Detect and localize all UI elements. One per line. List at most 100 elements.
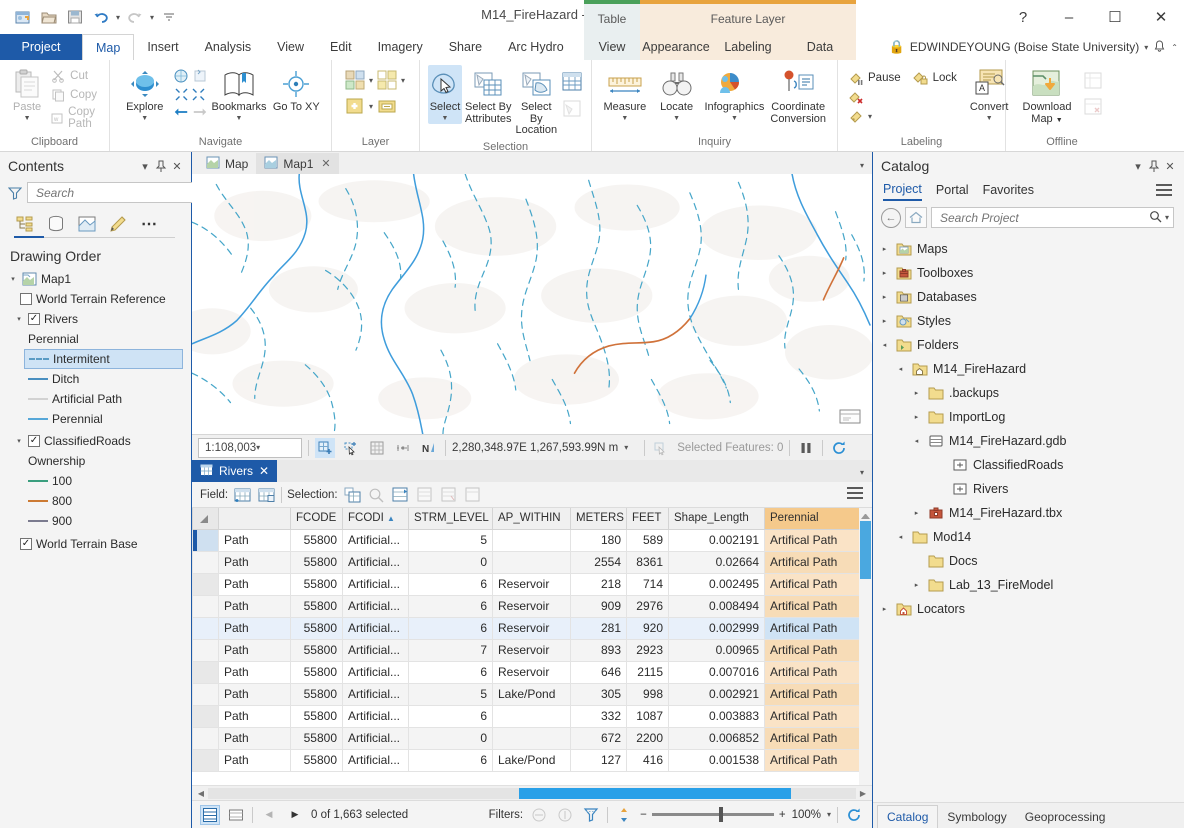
save-project-icon[interactable] (64, 6, 86, 28)
tree-item-map1[interactable]: ▾ Map1 (6, 269, 191, 289)
more-options-icon[interactable]: ⋯ (138, 212, 160, 236)
filter-selection-icon[interactable] (581, 805, 601, 825)
table-row[interactable]: Path 55800 Artificial... 7 Reservoir 893… (192, 638, 872, 662)
zoom-slider-track[interactable] (651, 807, 774, 822)
layer-checkbox[interactable]: ✓ (28, 435, 40, 447)
previous-extent-icon[interactable] (173, 104, 189, 120)
coordinate-conversion-button[interactable]: Coordinate Conversion (767, 65, 829, 127)
table-row[interactable]: Path 55800 Artificial... 6 Reservoir 218… (192, 572, 872, 596)
attribute-grid[interactable]: FCODE FCODI ▲ STRM_LEVEL AP_WITHIN METER… (192, 508, 872, 785)
measure-dropdown-icon[interactable]: ▼ (621, 115, 628, 122)
layer-checkbox[interactable] (20, 293, 32, 305)
catalog-node-classifiedroads[interactable]: ClassifiedRoads (873, 453, 1184, 477)
table-row[interactable]: Path 55800 Artificial... 5 Lake/Pond 305… (192, 682, 872, 706)
cut-button[interactable]: Cut (48, 67, 101, 85)
row-handle[interactable] (192, 528, 219, 552)
filter-map-extent-icon[interactable] (529, 805, 549, 825)
layer-checkbox[interactable]: ✓ (28, 313, 40, 325)
catalog-node-backups[interactable]: ▸ .backups (873, 381, 1184, 405)
selection-chip-icon[interactable] (341, 438, 361, 458)
row-handle[interactable] (192, 638, 219, 662)
tree-symbol-ditch[interactable]: Ditch (6, 369, 191, 389)
table-tab-close-icon[interactable]: ✕ (259, 464, 269, 478)
account-name[interactable]: EDWINDEYOUNG (Boise State University) (910, 40, 1139, 54)
fixed-zoom-in-icon[interactable] (192, 68, 208, 84)
tree-symbol-artificial-path[interactable]: Artificial Path (6, 389, 191, 409)
column-header-name[interactable] (218, 508, 291, 530)
tree-item-world-terrain-reference[interactable]: World Terrain Reference (6, 289, 191, 309)
copy-button[interactable]: Copy (48, 86, 101, 104)
map-scale-caret-icon[interactable]: ▾ (256, 443, 299, 452)
refresh-icon[interactable] (844, 805, 864, 825)
tree-item-classifiedroads[interactable]: ▾ ✓ ClassifiedRoads (6, 431, 191, 451)
expand-triangle-icon[interactable]: ▸ (879, 605, 890, 613)
convert-labels-dropdown-icon[interactable]: ▼ (986, 115, 993, 122)
account-dropdown-icon[interactable]: ▾ (1144, 43, 1148, 52)
next-record-icon[interactable]: ▶ (285, 805, 305, 825)
close-button[interactable]: ✕ (1138, 0, 1184, 34)
refresh-icon[interactable] (829, 438, 849, 458)
expand-triangle-icon[interactable]: ◂ (895, 533, 906, 541)
table-row[interactable]: Path 55800 Artificial... 0 2554 8361 0.0… (192, 550, 872, 574)
table-row[interactable]: Path 55800 Artificial... 6 Reservoir 646… (192, 660, 872, 684)
expand-triangle-icon[interactable]: ▸ (879, 269, 890, 277)
switch-selection-icon[interactable] (391, 485, 410, 504)
infographics-dropdown-icon[interactable]: ▼ (731, 115, 738, 122)
expand-triangle-icon[interactable]: ▸ (911, 389, 922, 397)
column-header-strm-level[interactable]: STRM_LEVEL (408, 508, 493, 530)
tab-map[interactable]: Map (82, 34, 135, 60)
catalog-node-docs[interactable]: Docs (873, 549, 1184, 573)
tab-project[interactable]: Project (0, 34, 82, 60)
clear-selection-icon[interactable] (415, 485, 434, 504)
go-to-xy-button[interactable]: Go To XY (270, 65, 323, 116)
label-style-dropdown-icon[interactable]: ▾ (868, 112, 872, 121)
catalog-search-options-caret-icon[interactable]: ▾ (1165, 213, 1169, 222)
row-handle[interactable] (192, 572, 219, 596)
add-data-from-path-icon[interactable] (376, 95, 398, 117)
contents-close-icon[interactable]: ✕ (169, 158, 185, 174)
customize-qat-icon[interactable] (158, 6, 180, 28)
tree-symbol-perennial[interactable]: Perennial (6, 409, 191, 429)
zoom-full-extent-icon[interactable] (173, 86, 189, 102)
delete-selection-icon[interactable] (439, 485, 458, 504)
minimize-button[interactable]: – (1046, 0, 1092, 34)
catalog-node-toolboxes[interactable]: ▸ Toolboxes (873, 261, 1184, 285)
remove-offline-icon[interactable] (1082, 95, 1104, 117)
catalog-node-databases[interactable]: ▸ Databases (873, 285, 1184, 309)
previous-record-icon[interactable]: ◀ (259, 805, 279, 825)
map-canvas[interactable] (192, 174, 872, 434)
locate-button[interactable]: Locate ▼ (652, 65, 702, 124)
tree-item-world-terrain-base[interactable]: ✓ World Terrain Base (6, 534, 191, 554)
bookmarks-dropdown-icon[interactable]: ▼ (236, 115, 243, 122)
table-row[interactable]: Path 55800 Artificial... 6 Reservoir 281… (192, 616, 872, 640)
map-overlay-toolbar-icon[interactable] (838, 406, 862, 426)
collapse-ribbon-icon[interactable]: ⌃ (1171, 43, 1178, 52)
catalog-search-input[interactable] (938, 209, 1149, 226)
catalog-tab-favorites[interactable]: Favorites (983, 183, 1034, 200)
column-header-ap-within[interactable]: AP_WITHIN (492, 508, 571, 530)
grid-icon[interactable] (367, 438, 387, 458)
expand-triangle-icon[interactable]: ◂ (879, 341, 890, 349)
table-row[interactable]: Path 55800 Artificial... 5 180 589 0.002… (192, 528, 872, 552)
catalog-node-folders[interactable]: ◂ Folders (873, 333, 1184, 357)
tab-edit[interactable]: Edit (317, 34, 365, 60)
basemap-dropdown-icon[interactable]: ▾ (369, 76, 373, 85)
zoom-level-caret-icon[interactable]: ▾ (827, 810, 831, 819)
row-handle[interactable] (192, 704, 219, 728)
catalog-menu-caret-icon[interactable]: ▾ (1130, 158, 1146, 174)
snapping-icon[interactable] (315, 437, 335, 458)
filter-related-icon[interactable] (555, 805, 575, 825)
select-button[interactable]: Select ▼ (428, 65, 462, 124)
catalog-close-icon[interactable]: ✕ (1162, 158, 1178, 174)
basemap-icon[interactable] (344, 69, 366, 91)
list-by-drawing-order-icon[interactable] (14, 212, 36, 236)
home-icon[interactable] (905, 207, 927, 228)
catalog-node-lab13-firemodel[interactable]: ▸ Lab_13_FireModel (873, 573, 1184, 597)
search-icon[interactable] (1149, 210, 1162, 226)
explore-dropdown-icon[interactable]: ▼ (141, 115, 148, 122)
expand-triangle-icon[interactable]: ◂ (911, 437, 922, 445)
zoom-slider-thumb[interactable] (718, 807, 723, 822)
full-extent-icon[interactable] (173, 68, 189, 84)
table-vertical-scrollbar[interactable] (859, 508, 872, 785)
scroll-thumb[interactable] (519, 787, 792, 799)
